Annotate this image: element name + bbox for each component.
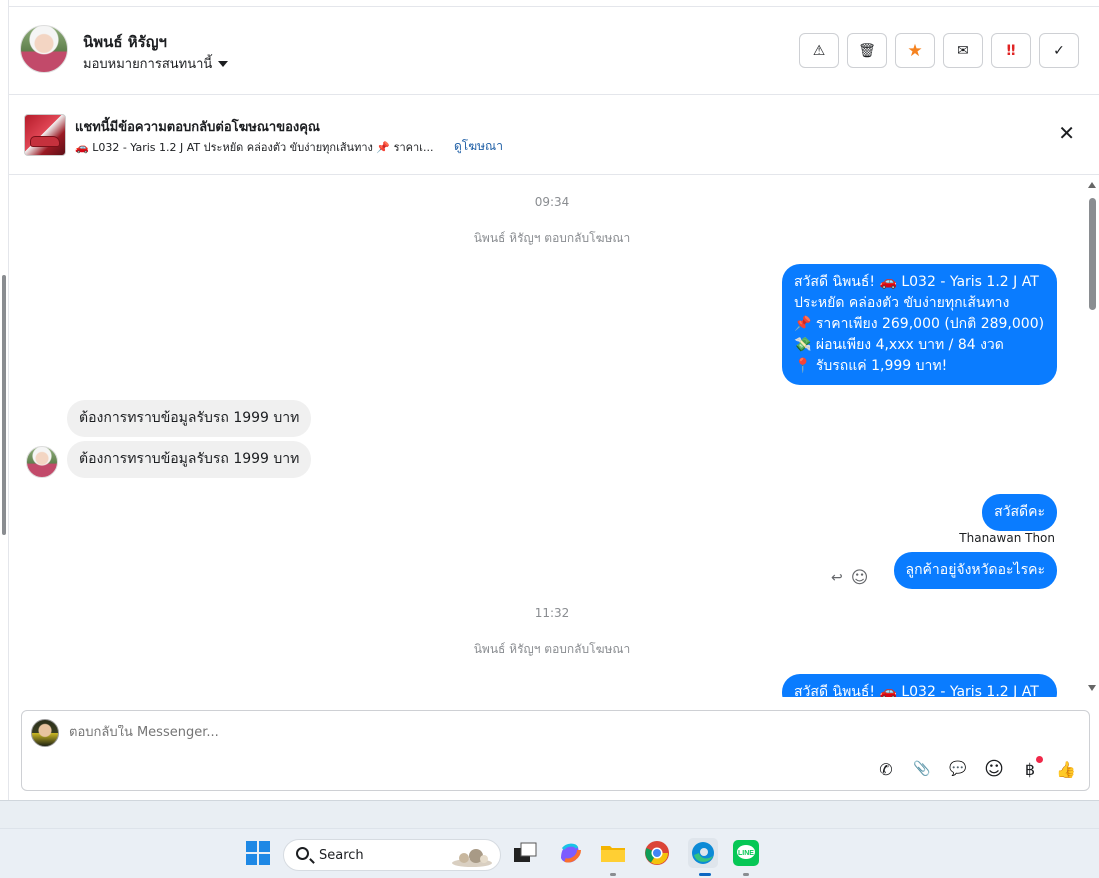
phone-plus-icon: ✆: [879, 759, 893, 779]
follow-up-button[interactable]: ‼: [991, 33, 1031, 68]
thumbs-up-icon: 👍: [1056, 759, 1076, 779]
star-button[interactable]: ★: [895, 33, 935, 68]
running-indicator: [610, 873, 616, 876]
mark-done-button[interactable]: ✓: [1039, 33, 1079, 68]
caret-down-icon: [218, 60, 229, 67]
assign-label: มอบหมายการสนทนานี้: [83, 57, 213, 72]
message-line: 📍 รับรถแค่ 1,999 บาท!: [794, 358, 948, 374]
contact-avatar-small[interactable]: [26, 446, 58, 478]
message-hover-actions: ↩ ☺: [831, 568, 868, 588]
active-indicator: [699, 873, 711, 876]
conversation-header: นิพนธ์ หิรัญฯ มอบหมายการสนทนานี้ ⚠ 🗑 ★ ✉…: [9, 6, 1099, 95]
star-icon: ★: [907, 40, 923, 61]
contact-avatar[interactable]: [20, 25, 68, 73]
ad-banner-title: แชทนี้มีข้อความตอบกลับต่อโฆษณาของคุณ: [75, 120, 320, 135]
sender-name: Thanawan Thon: [959, 531, 1055, 545]
view-ad-link[interactable]: ดูโฆษณา: [454, 137, 503, 156]
message-line: สวัสดี นิพนธ์! 🚗 L032 - Yaris 1.2 J AT: [794, 684, 1039, 697]
ad-thumbnail[interactable]: [24, 114, 66, 156]
chrome-icon[interactable]: [644, 840, 670, 866]
message-line: 💸 ผ่อนเพียง 4,xxx บาท / 84 งวด: [794, 337, 1004, 353]
paperclip-icon: 📎: [913, 761, 931, 777]
scroll-up-arrow-icon[interactable]: [1088, 182, 1096, 188]
svg-text:LINE: LINE: [738, 850, 754, 857]
envelope-icon: ✉: [957, 42, 969, 59]
ad-banner-text: 🚗 L032 - Yaris 1.2 J AT ประหยัด คล่องตัว…: [75, 141, 434, 154]
taskbar-search-label: Search: [319, 848, 364, 863]
windows-taskbar: Search LINE: [0, 828, 1099, 878]
delete-button[interactable]: 🗑: [847, 33, 887, 68]
outgoing-message[interactable]: สวัสดี นิพนธ์! 🚗 L032 - Yaris 1.2 J AT: [782, 674, 1057, 697]
line-app-icon[interactable]: LINE: [733, 840, 759, 866]
like-button[interactable]: 👍: [1055, 758, 1077, 780]
browser-bottom-area: [0, 800, 1099, 828]
search-highlight-icon: [452, 849, 492, 867]
attach-button[interactable]: 📎: [911, 758, 933, 780]
outgoing-message[interactable]: สวัสดี นิพนธ์! 🚗 L032 - Yaris 1.2 J AT ป…: [782, 264, 1057, 385]
header-actions: ⚠ 🗑 ★ ✉ ‼ ✓: [799, 33, 1079, 68]
system-message: นิพนธ์ หิรัญฯ ตอบกลับโฆษณา: [473, 231, 631, 245]
check-icon: ✓: [1053, 42, 1065, 59]
running-indicator: [743, 873, 749, 876]
close-icon[interactable]: ✕: [1058, 123, 1075, 143]
reply-icon[interactable]: ↩: [831, 570, 843, 586]
report-spam-button[interactable]: ⚠: [799, 33, 839, 68]
outgoing-message[interactable]: สวัสดีคะ: [982, 494, 1057, 531]
contact-name[interactable]: นิพนธ์ หิรัญฯ: [83, 30, 167, 54]
file-explorer-icon[interactable]: [600, 840, 626, 866]
windows-start-icon[interactable]: [245, 840, 271, 866]
trash-icon: 🗑: [858, 42, 876, 59]
message-line: สวัสดี นิพนธ์! 🚗 L032 - Yaris 1.2 J AT: [794, 274, 1039, 290]
message-thread[interactable]: 09:34 นิพนธ์ หิรัญฯ ตอบกลับโฆษณา สวัสดี …: [9, 176, 1099, 697]
chat-scrollbar[interactable]: [1085, 176, 1099, 697]
baht-icon: ฿: [1024, 759, 1036, 779]
scroll-thumb[interactable]: [1089, 198, 1096, 310]
mark-unread-button[interactable]: ✉: [943, 33, 983, 68]
ad-reply-banner: แชทนี้มีข้อความตอบกลับต่อโฆษณาของคุณ 🚗 L…: [9, 95, 1099, 175]
left-sidebar-edge: [0, 0, 9, 800]
emoji-button[interactable]: ☺: [983, 758, 1005, 780]
search-icon: [296, 847, 309, 860]
incoming-message[interactable]: ต้องการทราบข้อมูลรับรถ 1999 บาท: [67, 441, 312, 478]
saved-replies-button[interactable]: 💬: [947, 758, 969, 780]
reply-input[interactable]: [69, 725, 669, 740]
assign-conversation-dropdown[interactable]: มอบหมายการสนทนานี้: [83, 53, 229, 74]
timestamp: 09:34: [534, 195, 570, 209]
chat-bubble-icon: 💬: [949, 761, 967, 777]
message-line: 📌 ราคาเพียง 269,000 (ปกติ 289,000): [794, 316, 1045, 332]
double-exclamation-icon: ‼: [1006, 42, 1016, 59]
message-composer: ✆ 📎 💬 ☺ ฿ 👍: [21, 710, 1090, 791]
react-emoji-icon[interactable]: ☺: [851, 568, 869, 588]
edge-icon[interactable]: [688, 838, 718, 868]
system-message: นิพนธ์ หิรัญฯ ตอบกลับโฆษณา: [473, 642, 631, 656]
smiley-icon: ☺: [984, 758, 1004, 780]
incoming-message[interactable]: ต้องการทราบข้อมูลรับรถ 1999 บาท: [67, 400, 312, 437]
message-line: ประหยัด คล่องตัว ขับง่ายทุกเส้นทาง: [794, 295, 1010, 311]
composer-tools: ✆ 📎 💬 ☺ ฿ 👍: [875, 756, 1077, 780]
scroll-down-arrow-icon[interactable]: [1088, 685, 1096, 691]
left-scrollbar[interactable]: [2, 275, 6, 535]
task-view-icon[interactable]: [512, 840, 538, 866]
timestamp: 11:32: [534, 606, 570, 620]
payment-button[interactable]: ฿: [1019, 756, 1043, 780]
warning-icon: ⚠: [812, 42, 826, 59]
page-avatar: [31, 719, 59, 747]
copilot-icon[interactable]: [557, 840, 583, 866]
call-button[interactable]: ✆: [875, 758, 897, 780]
taskbar-search[interactable]: Search: [283, 839, 501, 871]
outgoing-message[interactable]: ลูกค้าอยู่จังหวัดอะไรคะ: [893, 552, 1057, 589]
notification-dot: [1036, 756, 1043, 763]
